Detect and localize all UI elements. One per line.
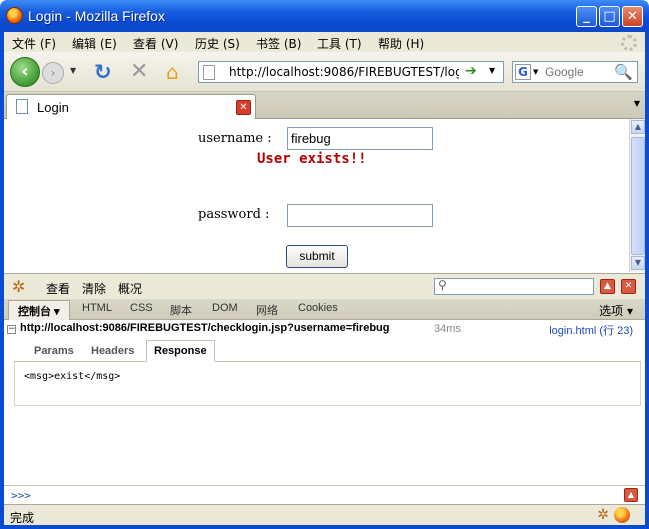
tab-dom[interactable]: DOM: [212, 302, 238, 314]
firebug-options-menu[interactable]: 选项 ▾: [599, 302, 633, 319]
minimize-button[interactable]: _: [576, 6, 597, 27]
home-icon[interactable]: ⌂: [166, 60, 179, 84]
tab-bar: Login ✕ ▼: [4, 92, 645, 119]
firebug-clear-button[interactable]: 清除: [82, 280, 106, 297]
window-titlebar: Login - Mozilla Firefox _ □ ✕: [0, 0, 649, 32]
go-arrow-icon[interactable]: ➔: [465, 63, 477, 79]
collapse-toggle-icon[interactable]: −: [7, 325, 16, 334]
firebug-status-icon[interactable]: ✲: [597, 507, 609, 523]
scroll-thumb[interactable]: [631, 137, 645, 255]
stop-icon[interactable]: ✕: [130, 59, 148, 84]
tab-console[interactable]: 控制台 ▾: [8, 300, 70, 320]
request-time: 34ms: [434, 323, 461, 335]
page-content: username : User exists!! password : subm…: [4, 119, 629, 272]
status-text: 完成: [10, 511, 35, 525]
window-title: Login - Mozilla Firefox: [28, 8, 165, 24]
tab-html[interactable]: HTML: [82, 302, 112, 314]
status-bar: 完成 ✲: [4, 504, 645, 525]
back-button[interactable]: ‹: [10, 57, 40, 87]
password-label: password :: [198, 207, 270, 222]
page-scrollbar[interactable]: ▲ ▼: [629, 119, 645, 272]
menu-history[interactable]: 历史 (S): [195, 35, 240, 52]
search-icon[interactable]: 🔍: [614, 63, 633, 81]
reload-icon[interactable]: ↻: [94, 60, 112, 84]
search-input[interactable]: [545, 64, 615, 80]
throbber-icon: [621, 35, 637, 51]
password-field[interactable]: [287, 204, 433, 227]
navigation-toolbar: ‹ › ▼ ↻ ✕ ⌂ ➔ ▼ G ▼ 🔍: [4, 52, 645, 92]
firebug-inspect-button[interactable]: 查看: [46, 280, 70, 297]
url-bar[interactable]: ➔ ▼: [198, 61, 504, 83]
menu-edit[interactable]: 编辑 (E): [72, 35, 117, 52]
firebug-panel-tabs: 控制台 ▾ HTML CSS 脚本 DOM 网络 Cookies 选项 ▾: [4, 299, 645, 320]
request-source-link[interactable]: login.html (行 23): [549, 322, 633, 338]
tab-label: Login: [37, 100, 69, 115]
history-dropdown-icon[interactable]: ▼: [70, 66, 76, 75]
firebug-detach-button[interactable]: ▲: [600, 279, 615, 294]
document-icon: [16, 99, 28, 114]
close-tab-icon[interactable]: ✕: [236, 100, 251, 115]
firebug-command-line[interactable]: >>> ▲: [4, 485, 645, 504]
response-body: <msg>exist</msg>: [14, 362, 641, 406]
engine-dropdown-icon[interactable]: ▼: [533, 68, 538, 76]
scroll-down-icon[interactable]: ▼: [631, 256, 645, 270]
url-dropdown-icon[interactable]: ▼: [489, 66, 495, 75]
tab-css[interactable]: CSS: [130, 302, 153, 314]
username-field[interactable]: [287, 127, 433, 150]
expand-command-icon[interactable]: ▲: [624, 488, 638, 502]
menu-view[interactable]: 查看 (V): [133, 35, 178, 52]
menu-bookmarks[interactable]: 书签 (B): [256, 35, 301, 52]
firebug-profile-button[interactable]: 概况: [118, 280, 142, 297]
firebug-close-button[interactable]: ✕: [621, 279, 636, 294]
firefox-status-icon[interactable]: [614, 507, 630, 523]
request-url[interactable]: http://localhost:9086/FIREBUGTEST/checkl…: [20, 322, 389, 334]
tab-login[interactable]: Login ✕: [6, 94, 256, 119]
command-prompt: >>>: [11, 489, 31, 502]
menu-help[interactable]: 帮助 (H): [378, 35, 424, 52]
xhr-request-row[interactable]: − http://localhost:9086/FIREBUGTEST/chec…: [4, 320, 645, 339]
firebug-toolbar: ✲ 查看 清除 概况 ⚲ ▲ ✕: [4, 273, 645, 299]
tab-params[interactable]: Params: [34, 345, 74, 357]
firefox-icon: [6, 7, 23, 24]
firebug-bug-icon[interactable]: ✲: [12, 277, 25, 296]
search-bar[interactable]: G ▼ 🔍: [512, 61, 638, 83]
close-window-button[interactable]: ✕: [622, 6, 643, 27]
firebug-search-icon: ⚲: [438, 278, 447, 292]
window-frame-bottom: [0, 525, 649, 529]
scroll-up-icon[interactable]: ▲: [631, 120, 645, 134]
menu-bar: 文件 (F) 编辑 (E) 查看 (V) 历史 (S) 书签 (B) 工具 (T…: [4, 32, 645, 52]
list-all-tabs-icon[interactable]: ▼: [634, 99, 640, 108]
url-input[interactable]: [229, 64, 459, 80]
firebug-console-panel: − http://localhost:9086/FIREBUGTEST/chec…: [4, 320, 645, 506]
tab-script[interactable]: 脚本: [170, 302, 192, 318]
menu-tools[interactable]: 工具 (T): [317, 35, 362, 52]
submit-button[interactable]: submit: [286, 245, 348, 268]
firebug-search-field[interactable]: ⚲: [434, 278, 594, 295]
tab-headers[interactable]: Headers: [91, 345, 134, 357]
response-text: <msg>exist</msg>: [24, 371, 121, 382]
menu-file[interactable]: 文件 (F): [12, 35, 56, 52]
forward-button[interactable]: ›: [42, 62, 64, 84]
maximize-button[interactable]: □: [599, 6, 620, 27]
tab-cookies[interactable]: Cookies: [298, 302, 338, 314]
page-favicon-icon: [203, 65, 215, 80]
user-exists-message: User exists!!: [257, 151, 367, 167]
tab-response[interactable]: Response: [146, 340, 215, 362]
window-frame-right: [645, 32, 649, 529]
username-label: username :: [198, 131, 272, 146]
request-detail-tabs: Params Headers Response: [14, 340, 641, 362]
tab-net[interactable]: 网络: [256, 302, 278, 318]
google-engine-icon[interactable]: G: [515, 64, 531, 80]
